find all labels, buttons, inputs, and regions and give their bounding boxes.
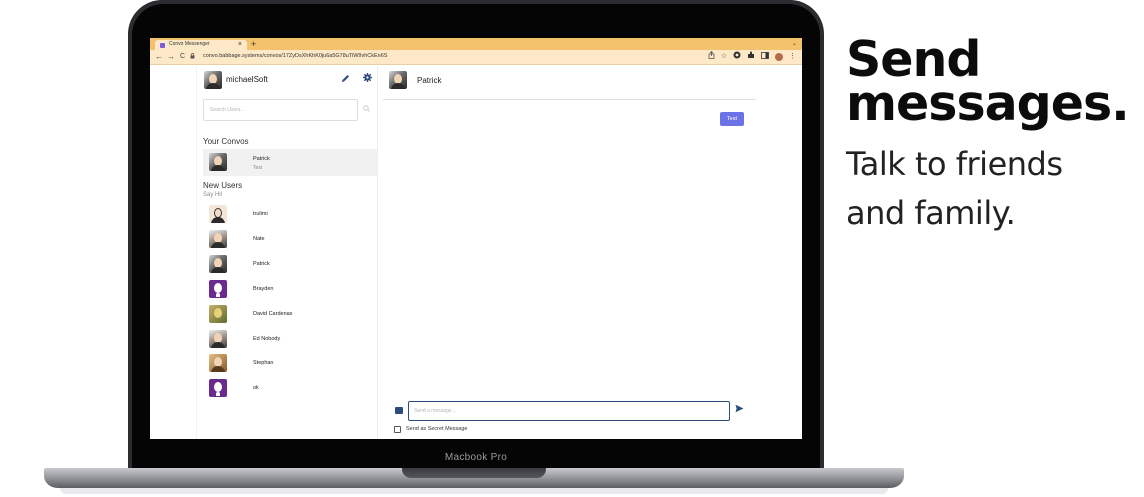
user-avatar: [209, 354, 227, 372]
user-avatar: [209, 255, 227, 273]
url-field[interactable]: convo.babbage.systems/convos/17ZyDsXhKhK…: [190, 52, 710, 62]
user-avatar: [209, 330, 227, 348]
user-name: Patrick: [253, 261, 270, 267]
tagline-line-1: Talk to friends: [846, 145, 1063, 183]
puzzle-extensions-icon[interactable]: [747, 51, 755, 63]
promo-stage: Macbook Pro Convo Messenger × + ⌄ ← → C …: [0, 0, 1144, 497]
contact-avatar[interactable]: [389, 71, 407, 89]
laptop-screen: Convo Messenger × + ⌄ ← → C convo.babbag…: [150, 38, 802, 439]
user-avatar: [209, 205, 227, 223]
message-input[interactable]: Send a message...: [408, 401, 730, 421]
new-tab-button[interactable]: +: [251, 39, 256, 49]
your-convos-heading: Your Convos: [203, 137, 249, 146]
avatar-shoulders: [211, 242, 225, 248]
user-row-brayden[interactable]: Brayden: [203, 278, 377, 302]
user-avatar: [209, 280, 227, 298]
user-row-nate[interactable]: Nate: [203, 228, 377, 252]
avatar-face: [214, 283, 222, 293]
user-row-trulimi[interactable]: trulimi: [203, 203, 377, 227]
favicon-icon: [160, 42, 165, 48]
new-users-heading: New Users: [203, 181, 243, 190]
my-username: michaelSoft: [226, 75, 268, 84]
browser-tab[interactable]: Convo Messenger ×: [155, 40, 247, 50]
headline: Send messages.: [846, 35, 1136, 132]
avatar-shoulders: [211, 217, 225, 223]
side-panel-icon[interactable]: [761, 51, 769, 63]
gear-icon[interactable]: [363, 73, 372, 84]
chat-pane: Patrick Test Send a message... Send as S…: [383, 66, 756, 439]
avatar-stem: [216, 293, 220, 297]
user-name: trulimi: [253, 211, 268, 217]
reload-icon[interactable]: C: [180, 52, 185, 62]
close-icon[interactable]: ×: [238, 40, 242, 49]
bookmark-star-icon[interactable]: ☆: [721, 52, 727, 62]
url-text: convo.babbage.systems/convos/17ZyDsXhKhK…: [203, 53, 388, 59]
avatar-shoulders: [211, 366, 225, 372]
message-bubble-sent: Test: [719, 112, 744, 126]
avatar-face: [214, 308, 222, 318]
user-avatar: [209, 379, 227, 397]
avatar-stem: [216, 392, 220, 396]
user-row-patrick[interactable]: Patrick: [203, 253, 377, 277]
new-users-subtitle: Say Hi!: [203, 192, 223, 198]
avatar-shoulders: [211, 342, 225, 348]
kebab-menu-icon[interactable]: ⋮: [789, 52, 796, 62]
user-name: Brayden: [253, 286, 274, 292]
convo-last-message: Test: [253, 165, 263, 171]
convo-avatar: [209, 153, 227, 171]
secret-message-checkbox[interactable]: [394, 426, 401, 433]
tab-title: Convo Messenger: [169, 41, 210, 47]
user-name: Stephan: [253, 360, 274, 366]
image-attach-icon[interactable]: [395, 407, 403, 414]
back-arrow-icon[interactable]: ←: [155, 52, 163, 62]
secret-message-label: Send as Secret Message: [406, 426, 468, 432]
send-icon[interactable]: [735, 404, 744, 416]
lock-icon: [190, 53, 195, 61]
headline-line-2: messages.: [846, 75, 1130, 132]
tagline-line-2: and family.: [846, 194, 1016, 232]
forward-arrow-icon[interactable]: →: [167, 52, 175, 62]
user-name: Ed Nobody: [253, 336, 281, 342]
browser-tab-bar: Convo Messenger × + ⌄: [150, 38, 802, 50]
user-avatar: [209, 305, 227, 323]
extension-icon[interactable]: [733, 51, 741, 63]
user-name: David Cardenas: [253, 311, 293, 317]
laptop-brand-label: Macbook Pro: [444, 452, 508, 463]
user-row-ed-nobody[interactable]: Ed Nobody: [203, 328, 377, 352]
message-placeholder: Send a message...: [414, 408, 456, 414]
chat-header: Patrick: [383, 66, 756, 100]
user-name: ok: [253, 385, 259, 391]
browser-address-bar: ← → C convo.babbage.systems/convos/17ZyD…: [150, 50, 802, 65]
messenger-app: michaelSoft Search Users... Your Convos: [150, 66, 802, 439]
avatar-shoulders: [206, 83, 220, 89]
user-row-stephan[interactable]: Stephan: [203, 352, 377, 376]
share-icon[interactable]: [708, 51, 715, 63]
contact-name: Patrick: [417, 76, 442, 85]
laptop-shadow: [60, 488, 888, 494]
pencil-icon[interactable]: [341, 74, 350, 85]
avatar-shoulders: [391, 83, 405, 89]
avatar-face: [214, 382, 222, 392]
avatar-shoulders: [211, 267, 225, 273]
avatar-shoulders: [211, 165, 225, 171]
browser-toolbar-icons: ☆ ⋮: [708, 51, 796, 63]
user-row-ok[interactable]: ok: [203, 377, 377, 401]
tagline: Talk to friends and family.: [846, 140, 1136, 238]
user-name: Nate: [253, 236, 265, 242]
search-users-input[interactable]: Search Users...: [203, 99, 358, 121]
convo-row[interactable]: Patrick Test: [203, 149, 377, 176]
profile-avatar[interactable]: [775, 53, 783, 61]
my-avatar[interactable]: [204, 71, 222, 89]
user-row-david-cardenas[interactable]: David Cardenas: [203, 303, 377, 327]
tab-search-chevron-icon[interactable]: ⌄: [792, 39, 797, 49]
laptop-base-notch: [402, 468, 546, 478]
search-placeholder: Search Users...: [210, 107, 245, 113]
convo-name: Patrick: [253, 156, 270, 162]
sidebar: michaelSoft Search Users... Your Convos: [196, 66, 378, 439]
user-avatar: [209, 230, 227, 248]
search-icon[interactable]: [363, 105, 370, 114]
